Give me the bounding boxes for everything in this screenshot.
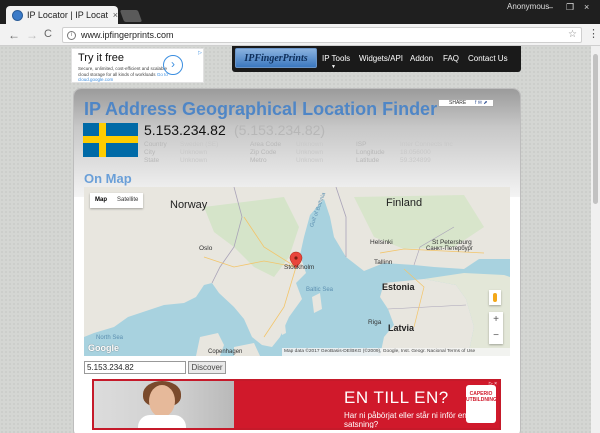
- ad-body-text: Secure, unlimited, cost-efficient and sc…: [78, 66, 167, 77]
- url-text[interactable]: www.ipfingerprints.com: [81, 30, 174, 40]
- state-label: State: [144, 157, 160, 164]
- nav-ip-tools[interactable]: IP Tools: [322, 54, 350, 63]
- new-tab-button[interactable]: [119, 10, 143, 22]
- logo-text: IPFingerPrints: [244, 52, 308, 64]
- site-logo[interactable]: IPFingerPrints: [235, 48, 317, 68]
- zip-code-label: Zip Code: [250, 149, 277, 156]
- share-icons: f ✉ ⬈: [475, 100, 488, 106]
- map-label-st-petersburg: St Petersburg: [432, 239, 472, 246]
- street-view-pegman-icon[interactable]: [489, 290, 501, 305]
- map-attribution[interactable]: Map data ©2017 GeoBasis-DE/BKG (©2009), …: [282, 348, 510, 356]
- nav-contact-us[interactable]: Contact Us: [468, 54, 508, 63]
- page-body: Try it free Secure, unlimited, cost-effi…: [0, 46, 591, 433]
- locator-panel: IP Address Geographical Location Finder …: [73, 88, 521, 433]
- map-label-riga: Riga: [368, 319, 382, 326]
- share-label: SHARE: [449, 100, 467, 106]
- isp-label: ISP: [356, 141, 367, 148]
- bookmark-star-icon[interactable]: ☆: [568, 29, 577, 40]
- city-label: City: [144, 149, 156, 156]
- tab-close-icon[interactable]: ×: [113, 10, 118, 20]
- zip-code-value: Unknown: [296, 149, 324, 156]
- caperio-banner-ad[interactable]: EN TILL EN? Har ni påbörjat eller står n…: [92, 379, 501, 430]
- map-label-latvia: Latvia: [388, 323, 415, 333]
- metro-value: Unknown: [296, 157, 324, 164]
- sweden-flag-icon: [83, 123, 138, 157]
- google-logo: Google: [88, 343, 119, 353]
- map-label-estonia: Estonia: [382, 282, 415, 292]
- share-button[interactable]: SHARE f ✉ ⬈: [438, 99, 494, 107]
- maximize-icon[interactable]: ❐: [566, 2, 574, 13]
- map-label-stockholm: Stockholm: [284, 264, 315, 271]
- reload-icon[interactable]: C: [44, 28, 52, 40]
- adchoices-close-icon[interactable]: ▷ ×: [489, 381, 497, 387]
- back-icon[interactable]: ←: [8, 28, 20, 42]
- site-navigation: IPFingerPrints IP Tools ▼ Widgets/API Ad…: [232, 46, 521, 72]
- profile-label[interactable]: Anonymous: [507, 2, 549, 11]
- minimize-icon[interactable]: –: [548, 2, 553, 12]
- nav-addon[interactable]: Addon: [410, 54, 433, 63]
- map-type-toggle: Map Satellite: [90, 193, 144, 208]
- chevron-down-icon: ▼: [331, 64, 336, 70]
- satellite-tab[interactable]: Satellite: [112, 193, 143, 208]
- map-label-copenhagen: Copenhagen: [208, 349, 243, 355]
- ad-body: Secure, unlimited, cost-efficient and sc…: [78, 66, 172, 83]
- discover-button[interactable]: Discover: [188, 361, 226, 374]
- map-label-helsinki: Helsinki: [370, 239, 393, 246]
- ip-lookup-input[interactable]: 5.153.234.82: [84, 361, 186, 374]
- ad-title[interactable]: Try it free: [78, 52, 124, 64]
- page-scrollbar[interactable]: [591, 46, 600, 433]
- latitude-value: 59.324899: [400, 157, 431, 164]
- browser-titlebar: IP Locator | IP Locat × Anonymous – ❐ ×: [0, 0, 600, 24]
- latitude-label: Latitude: [356, 157, 380, 164]
- site-favicon-icon: [12, 9, 23, 21]
- browser-toolbar: ← → C i www.ipfingerprints.com ☆ ⋮: [0, 24, 600, 46]
- forward-icon[interactable]: →: [26, 28, 38, 42]
- map-label-baltic-sea: Baltic Sea: [306, 287, 334, 293]
- google-cloud-ad[interactable]: Try it free Secure, unlimited, cost-effi…: [71, 48, 204, 83]
- map-label-north-sea: North Sea: [96, 335, 124, 341]
- zoom-in-button[interactable]: +: [489, 312, 503, 328]
- zoom-out-button[interactable]: −: [489, 328, 503, 344]
- metro-label: Metro: [250, 157, 267, 164]
- ad-photo: [94, 381, 234, 428]
- map-label-tallinn: Tallinn: [374, 259, 393, 266]
- ip-address: 5.153.234.82: [144, 122, 226, 138]
- address-bar[interactable]: i www.ipfingerprints.com ☆: [62, 27, 582, 43]
- map-label-norway: Norway: [170, 199, 208, 211]
- page-title: IP Address Geographical Location Finder: [84, 99, 438, 119]
- nav-faq[interactable]: FAQ: [443, 54, 459, 63]
- ad-red-area: EN TILL EN? Har ni påbörjat eller står n…: [234, 381, 499, 428]
- ip-address-secondary: (5.153.234.82): [234, 122, 326, 138]
- map-label-oslo: Oslo: [199, 245, 213, 252]
- tab-title: IP Locator | IP Locat: [27, 10, 109, 20]
- zoom-controls: + −: [489, 312, 503, 344]
- map-label-st-petersburg-ru: Санкт-Петербург: [426, 246, 474, 252]
- isp-value: Inter Connects Inc: [400, 141, 453, 148]
- close-window-icon[interactable]: ×: [584, 2, 589, 12]
- ad-headline: EN TILL EN?: [344, 388, 449, 407]
- ad-arrow-button[interactable]: ›: [163, 55, 183, 75]
- nav-widgets-api[interactable]: Widgets/API: [359, 54, 403, 63]
- adchoices-icon[interactable]: ▷: [198, 50, 202, 56]
- browser-tab[interactable]: IP Locator | IP Locat ×: [6, 6, 118, 24]
- browser-menu-icon[interactable]: ⋮: [588, 27, 599, 40]
- map-land: [84, 187, 510, 356]
- scrollbar-thumb[interactable]: [593, 54, 598, 204]
- longitude-value: 18.056000: [400, 149, 431, 156]
- state-value: Unknown: [180, 157, 208, 164]
- map-view[interactable]: Map Satellite Norway Finland Oslo Stockh…: [84, 187, 510, 356]
- map-label-finland: Finland: [386, 197, 423, 209]
- map-tab[interactable]: Map: [90, 193, 112, 208]
- info-icon[interactable]: i: [67, 31, 76, 40]
- longitude-label: Longitude: [356, 149, 385, 156]
- on-map-heading: On Map: [84, 171, 132, 186]
- country-label: Country: [144, 141, 167, 148]
- caperio-logo: CAPERIO UTBILDNING: [466, 385, 497, 423]
- area-code-value: Unknown: [296, 141, 324, 148]
- city-value: Unknown: [180, 149, 208, 156]
- country-value: Sweden (SE): [180, 141, 219, 148]
- area-code-label: Area Code: [250, 141, 282, 148]
